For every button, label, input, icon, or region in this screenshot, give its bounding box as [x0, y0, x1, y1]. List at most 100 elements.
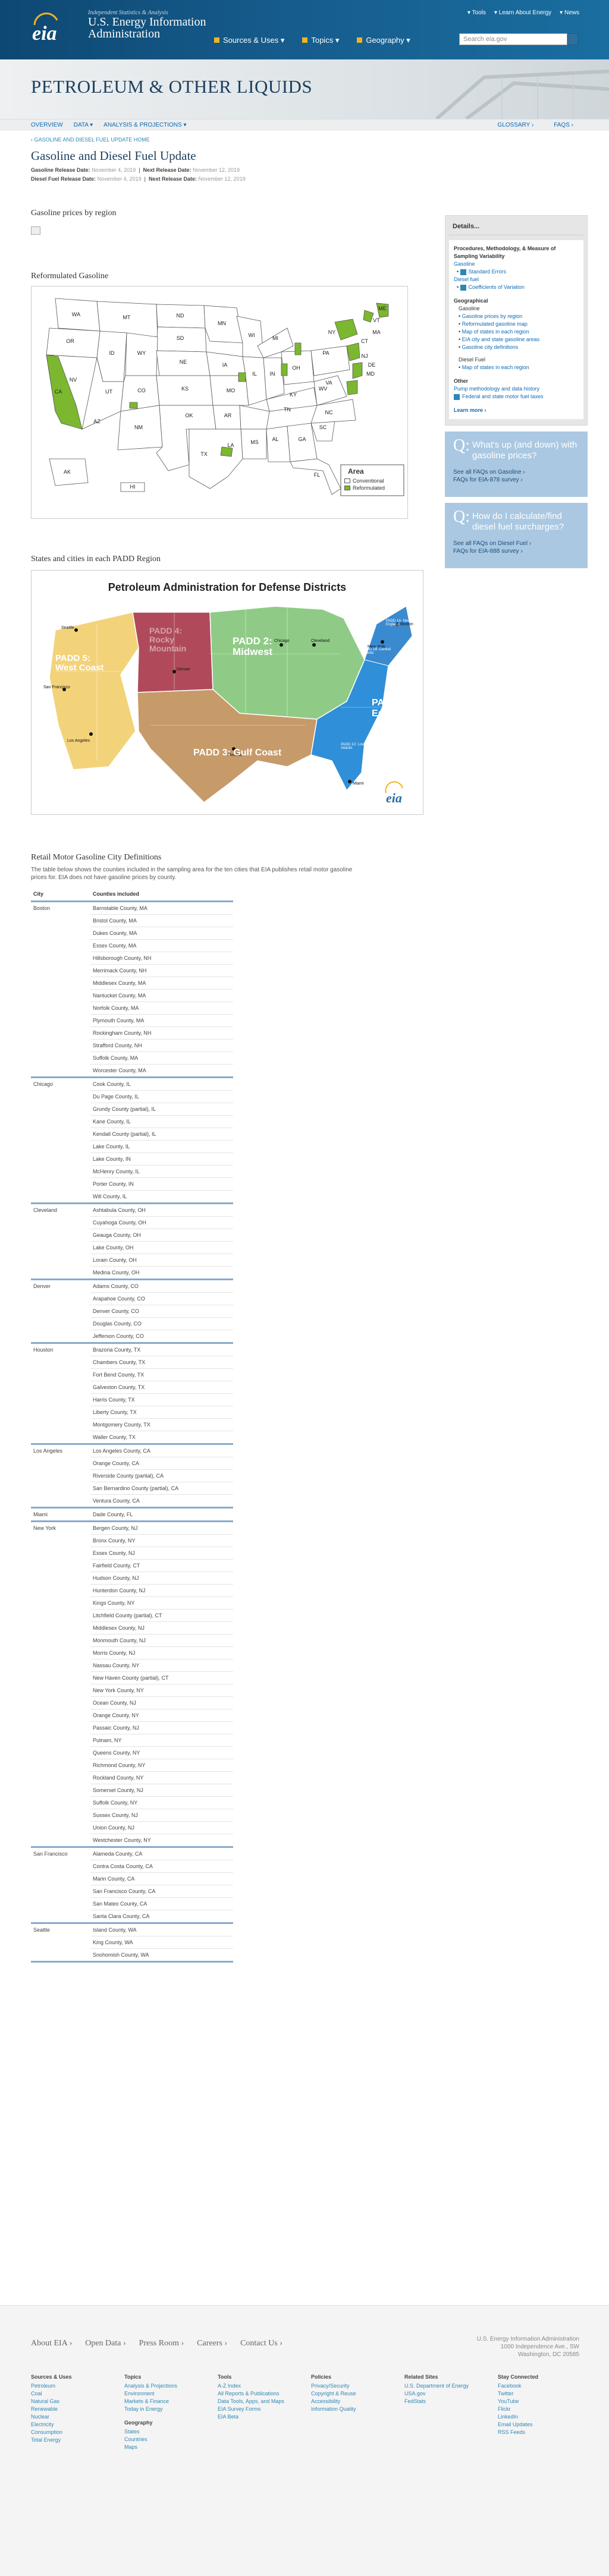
footer-link[interactable]: Today in Energy: [124, 2405, 218, 2413]
subnav-glossary[interactable]: GLOSSARY ›: [497, 122, 533, 128]
cell-county: Waller County, TX: [90, 1431, 233, 1445]
footer-nav-about[interactable]: About EIA ›: [31, 2339, 72, 2348]
footer-link[interactable]: USA.gov: [404, 2390, 498, 2398]
footer-nav-press[interactable]: Press Room ›: [139, 2339, 184, 2348]
footer-link[interactable]: Coal: [31, 2390, 124, 2398]
link-diesel-fuel[interactable]: Diesel fuel: [454, 276, 579, 284]
faq-box-gasoline: Q: What's up (and down) with gasoline pri…: [445, 432, 588, 497]
breadcrumb[interactable]: ‹ GASOLINE AND DIESEL FUEL UPDATE HOME: [31, 137, 441, 143]
learn-more-link[interactable]: Learn more ›: [454, 407, 579, 414]
footer-link[interactable]: Information Quality: [311, 2405, 404, 2413]
top-link-learn[interactable]: ▾ Learn About Energy: [494, 10, 551, 16]
svg-text:FL: FL: [314, 472, 321, 478]
geo-link[interactable]: • Map of states in each region: [459, 328, 579, 336]
footer-link[interactable]: All Reports & Publications: [218, 2390, 311, 2398]
footer-link[interactable]: States: [124, 2428, 218, 2436]
faq-question[interactable]: How do I calculate/find diesel fuel surc…: [472, 511, 579, 533]
table-row: Chambers County, TX: [31, 1356, 233, 1369]
subnav-overview[interactable]: OVERVIEW: [31, 122, 63, 128]
padd1-label: PADD 1: East Coast: [372, 698, 421, 719]
cell-county: San Francisco County, CA: [90, 1885, 233, 1898]
geo-link[interactable]: • EIA city and state gasoline areas: [459, 336, 579, 344]
footer-link[interactable]: Environment: [124, 2390, 218, 2398]
table-row: Lorain County, OH: [31, 1254, 233, 1267]
link-gasoline[interactable]: Gasoline: [454, 260, 579, 268]
footer-link[interactable]: Email Updates: [498, 2421, 591, 2429]
table-row: Seattle Island County, WA: [31, 1923, 233, 1936]
footer-link[interactable]: YouTube: [498, 2398, 591, 2405]
details-title: Details...: [449, 221, 583, 235]
footer-link[interactable]: Analysis & Projections: [124, 2382, 218, 2390]
geo-link[interactable]: • Gasoline city definitions: [459, 344, 579, 351]
cell-city: [31, 1254, 90, 1267]
footer-link[interactable]: EIA Beta: [218, 2413, 311, 2421]
link-coefficients-variation[interactable]: • Coefficients of Variation: [454, 284, 579, 291]
nav-topics[interactable]: Topics ▾: [302, 36, 339, 45]
geo-link[interactable]: • Reformulated gasoline map: [459, 320, 579, 328]
footer-link[interactable]: U.S. Department of Energy: [404, 2382, 498, 2390]
footer-link[interactable]: Nuclear: [31, 2413, 124, 2421]
broken-image-icon: [31, 226, 40, 235]
search-button[interactable]: [567, 33, 578, 45]
footer-nav-contact[interactable]: Contact Us ›: [240, 2339, 282, 2348]
footer-link[interactable]: Twitter: [498, 2390, 591, 2398]
logo-text: eia: [32, 23, 57, 45]
top-link-tools[interactable]: ▾ Tools: [467, 10, 486, 16]
table-row: Riverside County (partial), CA: [31, 1469, 233, 1482]
table-row: Ocean County, NJ: [31, 1696, 233, 1709]
footer-link[interactable]: EIA Survey Forms: [218, 2405, 311, 2413]
faq-question[interactable]: What's up (and down) with gasoline price…: [472, 440, 579, 461]
footer-nav-careers[interactable]: Careers ›: [197, 2339, 227, 2348]
footer-link[interactable]: Consumption: [31, 2429, 124, 2436]
footer-column-heading: Geography: [124, 2420, 153, 2426]
eia-logo[interactable]: eia: [31, 11, 59, 45]
footer-link[interactable]: Privacy/Security: [311, 2382, 404, 2390]
footer-link[interactable]: Facebook: [498, 2382, 591, 2390]
footer-link[interactable]: Markets & Finance: [124, 2398, 218, 2405]
link-fuel-taxes[interactable]: Federal and state motor fuel taxes: [454, 393, 579, 401]
footer-link[interactable]: Total Energy: [31, 2436, 124, 2444]
link-diesel-map[interactable]: • Map of states in each region: [459, 364, 579, 371]
geo-link[interactable]: • Gasoline prices by region: [459, 313, 579, 320]
cell-county: Lorain County, OH: [90, 1254, 233, 1267]
footer-nav-opendata[interactable]: Open Data ›: [85, 2339, 125, 2348]
footer-link[interactable]: Flickr: [498, 2405, 591, 2413]
subnav-analysis[interactable]: ANALYSIS & PROJECTIONS ▾: [103, 122, 186, 128]
footer-link[interactable]: Countries: [124, 2436, 218, 2443]
cell-city: Seattle: [33, 1927, 51, 1933]
footer-link[interactable]: A-Z Index: [218, 2382, 311, 2390]
footer-link[interactable]: Data Tools, Apps, and Maps: [218, 2398, 311, 2405]
cell-city: [31, 1064, 90, 1078]
footer-link[interactable]: LinkedIn: [498, 2413, 591, 2421]
footer-link[interactable]: Natural Gas: [31, 2398, 124, 2405]
table-row: San Francisco County, CA: [31, 1885, 233, 1898]
search-input[interactable]: Search eia.gov: [459, 33, 567, 45]
footer-link[interactable]: Copyright & Reuse: [311, 2390, 404, 2398]
footer-link[interactable]: Petroleum: [31, 2382, 124, 2390]
table-row: Nantucket County, MA: [31, 989, 233, 1002]
footer-link[interactable]: Electricity: [31, 2421, 124, 2429]
nav-geography[interactable]: Geography ▾: [357, 36, 410, 45]
footer-link[interactable]: FedStats: [404, 2398, 498, 2405]
faq-link-all-diesel[interactable]: See all FAQs on Diesel Fuel ›: [453, 540, 579, 547]
table-row: Queens County, NY: [31, 1746, 233, 1759]
top-link-news[interactable]: ▾ News: [560, 10, 579, 16]
link-pump-methodology[interactable]: Pump methodology and data history: [454, 385, 579, 393]
link-standard-errors[interactable]: • Standard Errors: [454, 268, 579, 276]
footer-link[interactable]: Accessibility: [311, 2398, 404, 2405]
cell-city: [31, 1457, 90, 1470]
subnav-data[interactable]: DATA ▾: [74, 122, 93, 128]
table-row: Worcester County, MA: [31, 1064, 233, 1078]
cell-county: Monmouth County, NJ: [90, 1634, 233, 1647]
footer-column-heading: Topics: [124, 2374, 142, 2380]
faq-link-all-gasoline[interactable]: See all FAQs on Gasoline ›: [453, 468, 579, 476]
footer-link[interactable]: Renewable: [31, 2405, 124, 2413]
faq-link-888[interactable]: FAQs for EIA-888 survey ›: [453, 547, 579, 555]
svg-text:TN: TN: [284, 407, 291, 412]
subnav-faqs[interactable]: FAQS ›: [554, 122, 573, 128]
footer-link[interactable]: RSS Feeds: [498, 2429, 591, 2436]
faq-link-878[interactable]: FAQs for EIA-878 survey ›: [453, 476, 579, 484]
cell-city: [31, 1659, 90, 1672]
footer-link[interactable]: Maps: [124, 2443, 218, 2451]
nav-sources-uses[interactable]: Sources & Uses ▾: [214, 36, 284, 45]
